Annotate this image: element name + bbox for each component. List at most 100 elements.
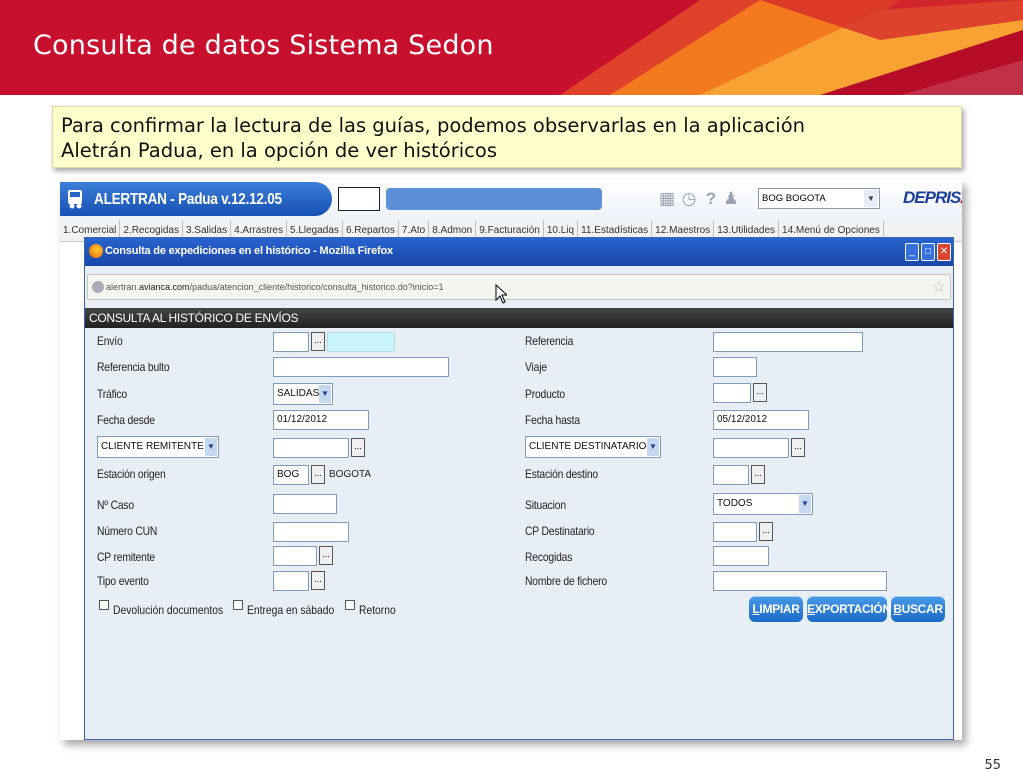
label-estacion-origen: Estación origen xyxy=(97,467,166,481)
quick-input[interactable] xyxy=(338,187,380,211)
nombre-fichero-field[interactable] xyxy=(713,571,887,591)
label-referencia-bulto: Referencia bulto xyxy=(97,360,170,374)
cp-remitente-field[interactable] xyxy=(273,546,317,566)
buscar-button[interactable]: BUSCAR xyxy=(891,596,945,622)
slide-header-banner: Consulta de datos Sistema Sedon xyxy=(0,0,1023,95)
destinatario-lookup-button[interactable]: ... xyxy=(791,438,805,457)
entrega-sabado-label: Entrega en sábado xyxy=(247,603,335,617)
callout-line-1: Para confirmar la lectura de las guías, … xyxy=(61,114,806,137)
envio-extra-field[interactable] xyxy=(327,332,395,352)
referencia-bulto-field[interactable] xyxy=(273,357,449,377)
label-trafico: Tráfico xyxy=(97,387,127,401)
trafico-select[interactable]: SALIDAS ▼ xyxy=(273,383,333,405)
retorno-checkbox[interactable] xyxy=(345,600,355,610)
devolucion-checkbox[interactable] xyxy=(99,600,109,610)
popup-titlebar: Consulta de expediciones en el histórico… xyxy=(85,238,953,266)
estacion-destino-field[interactable] xyxy=(713,465,749,485)
slide-title: Consulta de datos Sistema Sedon xyxy=(33,30,494,61)
chevron-down-icon: ▼ xyxy=(205,438,217,456)
brand-logo: DEPRISA xyxy=(903,188,962,207)
chevron-down-icon: ▼ xyxy=(319,385,331,403)
close-button[interactable]: ✕ xyxy=(937,243,951,261)
section-header: CONSULTA AL HISTÓRICO DE ENVÍOS xyxy=(85,308,953,328)
viaje-field[interactable] xyxy=(713,357,757,377)
url-bar[interactable]: alertran.avianca.com/padua/atencion_clie… xyxy=(87,274,951,300)
label-recogidas: Recogidas xyxy=(525,550,573,564)
exportacion-button[interactable]: EXPORTACIÓN xyxy=(807,596,891,622)
remitente-type-value: CLIENTE REMITENTE xyxy=(101,441,204,452)
user-icon[interactable]: ♟ xyxy=(722,188,740,210)
label-nombre-fichero: Nombre de fichero xyxy=(525,574,607,588)
estacion-origen-lookup-button[interactable]: ... xyxy=(311,465,325,484)
site-icon xyxy=(92,281,104,293)
label-cp-destinatario: CP Destinatario xyxy=(525,524,595,538)
trafico-select-value: SALIDAS xyxy=(277,388,320,399)
maximize-button[interactable]: □ xyxy=(921,243,935,261)
chevron-down-icon: ▼ xyxy=(864,190,878,207)
url-text: alertran.avianca.com/padua/atencion_clie… xyxy=(106,282,444,292)
chevron-down-icon: ▼ xyxy=(647,438,659,456)
branch-select-value: BOG BOGOTA xyxy=(762,193,826,204)
producto-field[interactable] xyxy=(713,383,751,403)
label-envio: Envío xyxy=(97,334,123,348)
calculator-icon[interactable]: ▦ xyxy=(658,188,676,210)
label-situacion: Situacion xyxy=(525,498,566,512)
cp-remitente-lookup-button[interactable]: ... xyxy=(319,546,333,565)
fecha-desde-field[interactable]: 01/12/2012 xyxy=(273,410,369,430)
limpiar-button[interactable]: LIMPIAR xyxy=(749,596,803,622)
entrega-sabado-checkbox[interactable] xyxy=(233,600,243,610)
cp-destinatario-lookup-button[interactable]: ... xyxy=(759,522,773,541)
section-title: CONSULTA AL HISTÓRICO DE ENVÍOS xyxy=(89,311,299,325)
clock-icon[interactable]: ◷ xyxy=(680,188,698,210)
app-title-bar: ALERTRAN - Padua v.12.12.05 xyxy=(60,182,332,216)
label-referencia: Referencia xyxy=(525,334,574,348)
situacion-select-value: TODOS xyxy=(717,498,753,509)
truck-icon xyxy=(68,190,82,209)
popup-title: Consulta de expediciones en el histórico… xyxy=(105,245,393,257)
label-producto: Producto xyxy=(525,387,565,401)
situacion-select[interactable]: TODOS ▼ xyxy=(713,493,813,515)
label-viaje: Viaje xyxy=(525,360,547,374)
fecha-hasta-field[interactable]: 05/12/2012 xyxy=(713,410,809,430)
status-bar xyxy=(386,188,602,210)
firefox-popup: Consulta de expediciones en el histórico… xyxy=(84,237,954,740)
firefox-icon xyxy=(89,244,103,258)
slide-number: 55 xyxy=(984,758,1001,773)
envio-field[interactable] xyxy=(273,332,309,352)
callout-box: Para confirmar la lectura de las guías, … xyxy=(52,106,962,168)
devolucion-label: Devolución documentos xyxy=(113,603,224,617)
label-estacion-destino: Estación destino xyxy=(525,467,598,481)
remitente-type-select[interactable]: CLIENTE REMITENTE ▼ xyxy=(97,436,219,458)
minimize-button[interactable]: _ xyxy=(905,243,919,261)
retorno-label: Retorno xyxy=(359,603,396,617)
destinatario-type-select[interactable]: CLIENTE DESTINATARIO ▼ xyxy=(525,436,661,458)
envio-lookup-button[interactable]: ... xyxy=(311,332,325,351)
referencia-field[interactable] xyxy=(713,332,863,352)
label-numero-cun: Número CUN xyxy=(97,524,158,538)
cp-destinatario-field[interactable] xyxy=(713,522,757,542)
bookmark-star-icon[interactable]: ☆ xyxy=(932,277,946,297)
chevron-down-icon: ▼ xyxy=(799,495,811,513)
caso-field[interactable] xyxy=(273,494,337,514)
branch-select[interactable]: BOG BOGOTA ▼ xyxy=(758,188,880,209)
app-header: ALERTRAN - Padua v.12.12.05 ▦ ◷ ? ♟ BOG … xyxy=(60,180,962,220)
estacion-destino-lookup-button[interactable]: ... xyxy=(751,465,765,484)
remitente-lookup-button[interactable]: ... xyxy=(351,438,365,457)
remitente-field[interactable] xyxy=(273,438,349,458)
callout-line-2: Aletrán Padua, en la opción de ver histó… xyxy=(61,139,497,162)
help-icon[interactable]: ? xyxy=(702,188,720,210)
estacion-origen-field[interactable]: BOG xyxy=(273,465,309,485)
tipo-evento-lookup-button[interactable]: ... xyxy=(311,571,325,590)
destinatario-field[interactable] xyxy=(713,438,789,458)
destinatario-type-value: CLIENTE DESTINATARIO xyxy=(529,441,647,452)
numero-cun-field[interactable] xyxy=(273,522,349,542)
label-fecha-desde: Fecha desde xyxy=(97,413,155,427)
tipo-evento-field[interactable] xyxy=(273,571,309,591)
label-caso: Nº Caso xyxy=(97,498,134,512)
label-tipo-evento: Tipo evento xyxy=(97,574,149,588)
app-title: ALERTRAN - Padua v.12.12.05 xyxy=(94,191,282,208)
producto-lookup-button[interactable]: ... xyxy=(753,383,767,402)
estacion-origen-name: BOGOTA xyxy=(329,469,372,480)
recogidas-field[interactable] xyxy=(713,546,769,566)
app-screenshot: ALERTRAN - Padua v.12.12.05 ▦ ◷ ? ♟ BOG … xyxy=(60,180,962,740)
